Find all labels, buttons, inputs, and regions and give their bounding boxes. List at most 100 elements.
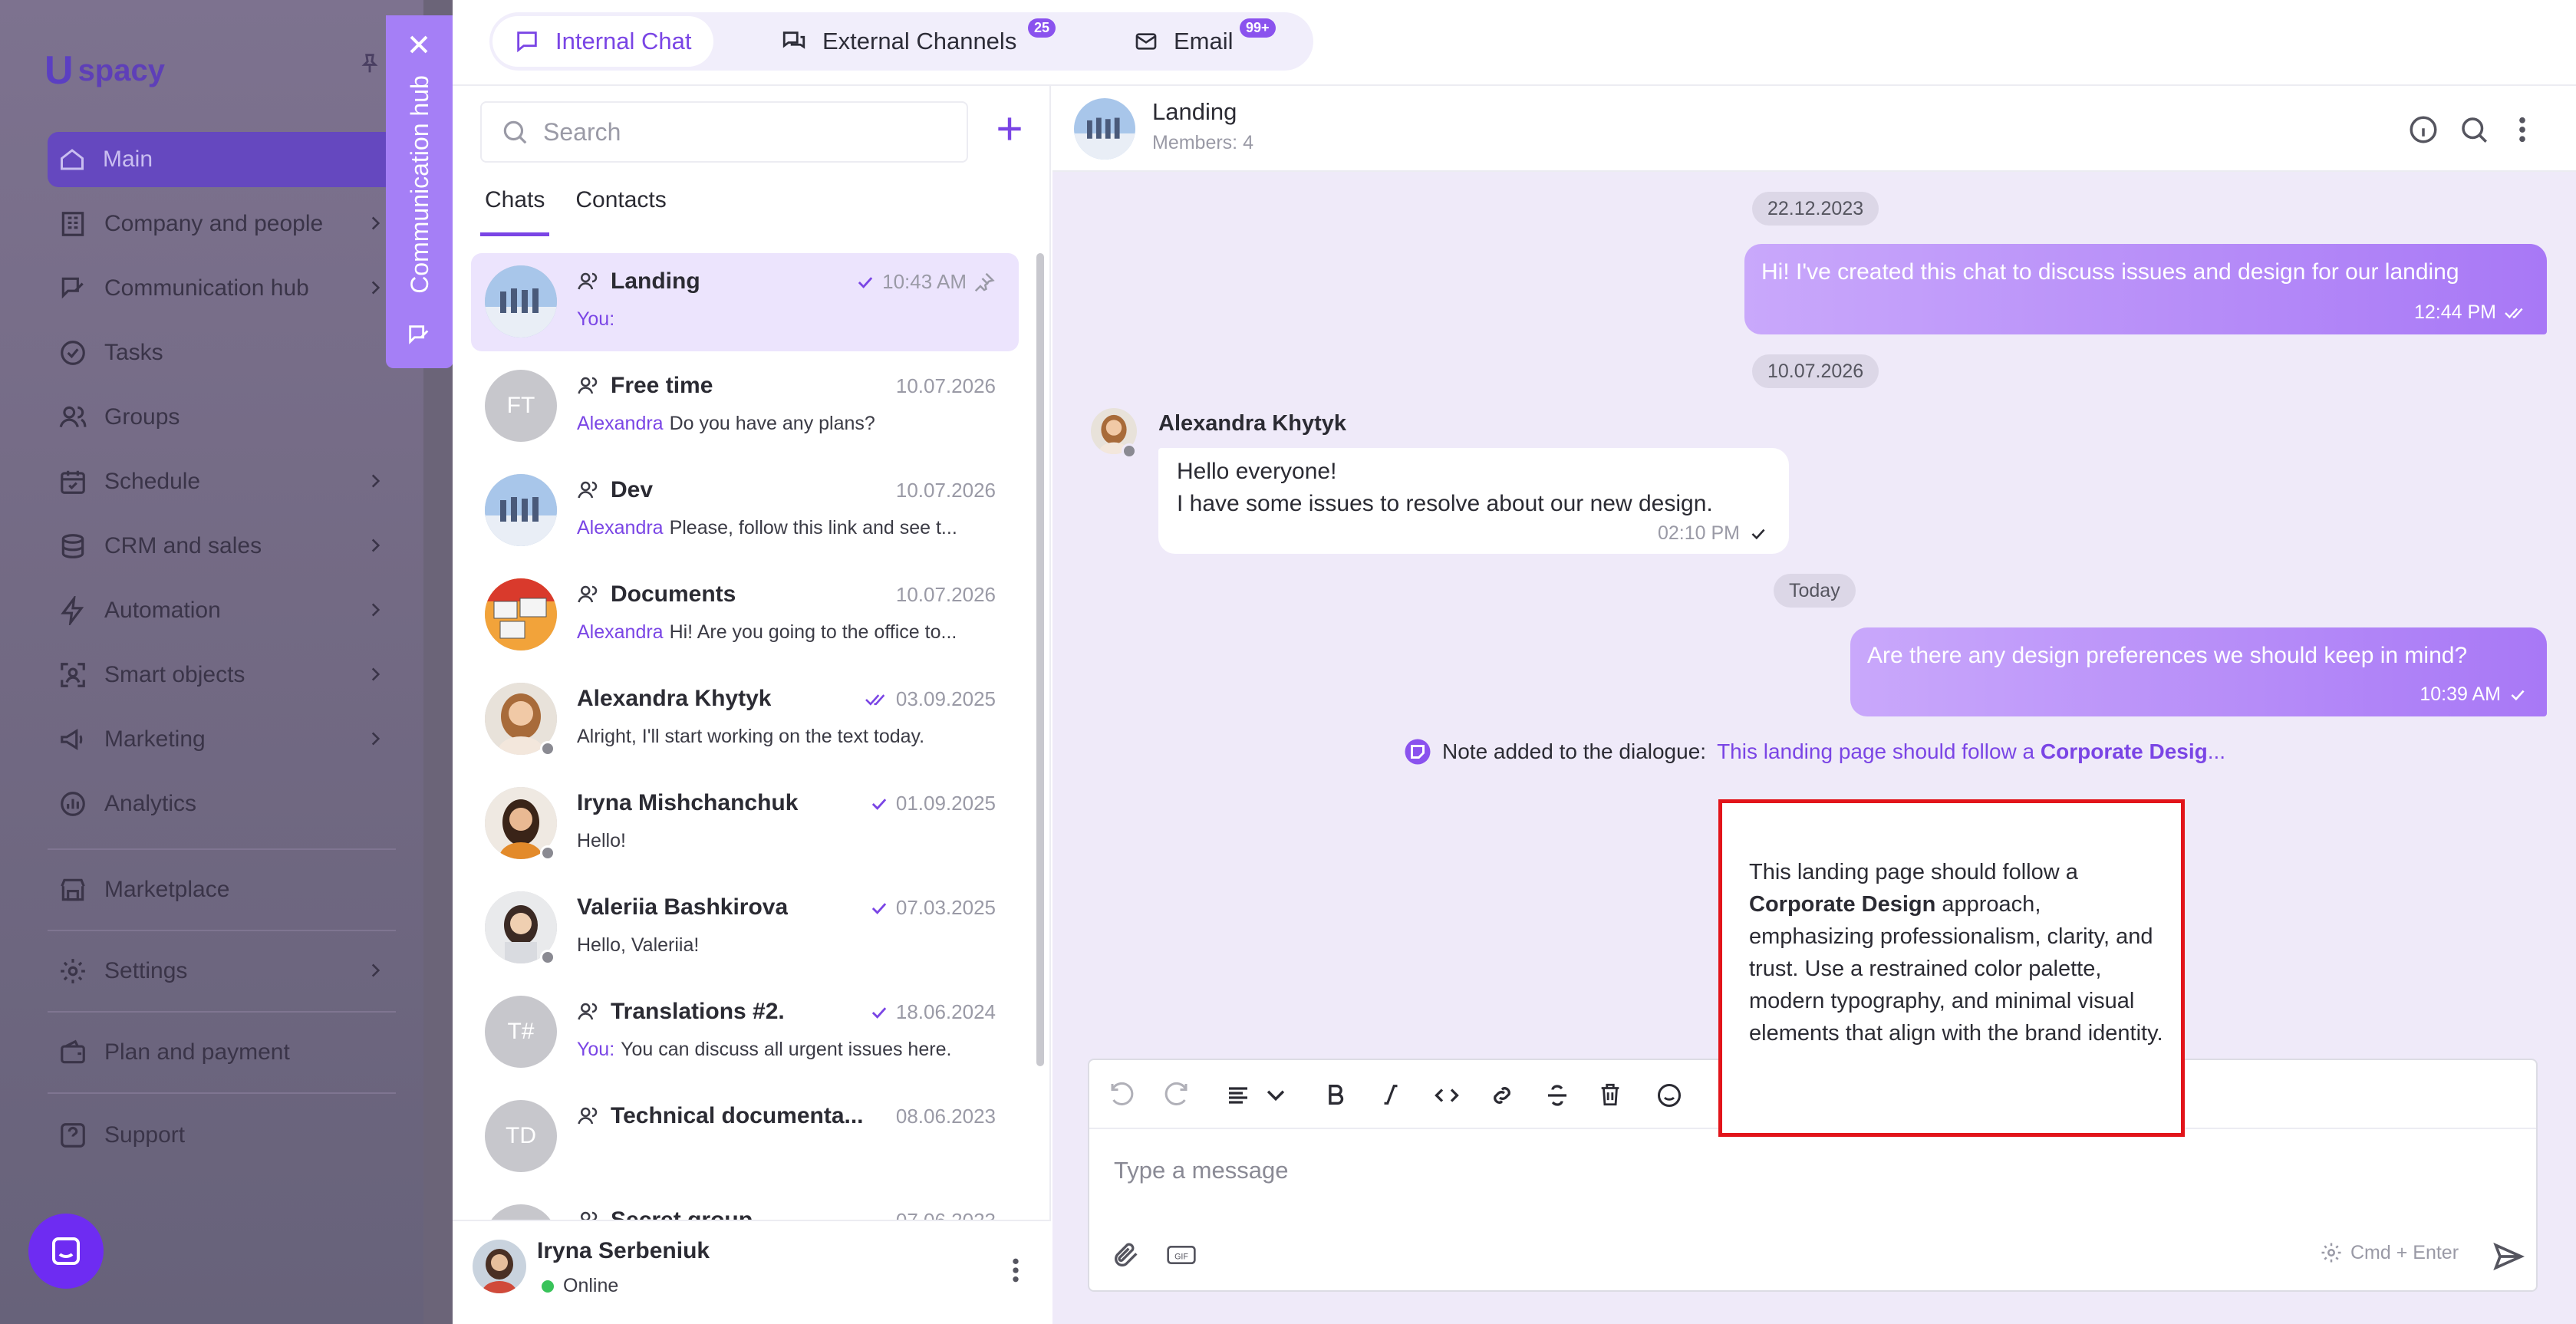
- sidebar-item-communication[interactable]: Communication hub: [48, 261, 396, 316]
- sidebar-item-support[interactable]: Support: [48, 1108, 396, 1163]
- chat-row-time: 10.07.2026: [895, 479, 996, 502]
- check-icon: [2511, 690, 2525, 700]
- chat-row-iryna-m[interactable]: Iryna Mishchanchuk 01.09.2025 Hello!: [471, 775, 1019, 873]
- paperclip-icon[interactable]: [1111, 1240, 1141, 1270]
- chat-row-time: 07.03.2025: [868, 896, 996, 920]
- scan-icon: [61, 663, 85, 687]
- check-icon: [871, 1006, 887, 1019]
- double-check-icon: [865, 693, 885, 706]
- message-author: Alexandra Khytyk: [1158, 411, 1346, 436]
- trash-icon[interactable]: [1597, 1082, 1623, 1108]
- tab-contacts[interactable]: Contacts: [571, 181, 670, 236]
- users-icon: [59, 406, 87, 428]
- chat-row-translations[interactable]: T# Translations #2. 18.06.2024 You: You c…: [471, 983, 1019, 1082]
- chat-row-time: 08.06.2023: [895, 1105, 996, 1128]
- undo-icon[interactable]: [1108, 1082, 1135, 1109]
- sidebar-item-groups[interactable]: Groups: [48, 390, 396, 445]
- divider: [48, 848, 396, 850]
- add-chat-button[interactable]: [993, 112, 1026, 146]
- tab-external-channels[interactable]: External Channels: [759, 16, 1038, 67]
- bold-icon[interactable]: [1323, 1082, 1349, 1108]
- align-icon[interactable]: [1224, 1082, 1252, 1109]
- group-avatar: [485, 474, 557, 546]
- sidebar-item-crm[interactable]: CRM and sales: [48, 519, 396, 574]
- tab-label: External Channels: [822, 28, 1017, 54]
- sidebar-item-automation[interactable]: Automation: [48, 583, 396, 638]
- group-icon: [578, 1003, 598, 1020]
- chat-row-landing[interactable]: Landing 10:43 AM You:: [471, 253, 1019, 351]
- tab-chats[interactable]: Chats: [480, 181, 550, 236]
- sidebar-item-smart-objects[interactable]: Smart objects: [48, 647, 396, 703]
- sidebar-item-main[interactable]: Main: [48, 132, 396, 187]
- chat-row-time: 10.07.2026: [895, 374, 996, 397]
- channels-icon: [782, 31, 805, 49]
- search-icon[interactable]: [2458, 114, 2490, 146]
- tab-label: Internal Chat: [555, 28, 692, 54]
- group-avatar: [485, 578, 557, 650]
- sidebar-item-settings[interactable]: Settings: [48, 944, 396, 999]
- chat-row-dev[interactable]: Dev 10.07.2026 Alexandra Please, follow t…: [471, 462, 1019, 560]
- date-separator: 10.07.2026: [1752, 354, 1879, 388]
- note-system-message[interactable]: Note added to the dialogue: This landing…: [1404, 735, 2225, 769]
- note-link[interactable]: This landing page should follow a Corpor…: [1717, 739, 2225, 764]
- tab-label: Email: [1174, 28, 1234, 54]
- message-outgoing[interactable]: Hi! I've created this chat to discuss is…: [1744, 244, 2547, 334]
- chat-widget-button[interactable]: [28, 1214, 104, 1289]
- more-vertical-icon[interactable]: [2515, 114, 2530, 146]
- tab-internal-chat[interactable]: Internal Chat: [492, 16, 713, 67]
- chat-row-preview: You:: [577, 308, 615, 330]
- chat-row-preview: Alexandra Do you have any plans?: [577, 413, 875, 434]
- emoji-icon[interactable]: [1655, 1082, 1683, 1109]
- more-vertical-icon[interactable]: [1008, 1255, 1023, 1286]
- italic-icon[interactable]: [1378, 1082, 1404, 1108]
- pin-icon[interactable]: [973, 271, 996, 294]
- group-avatar[interactable]: [1074, 98, 1135, 160]
- sidebar-item-analytics[interactable]: Analytics: [48, 776, 396, 832]
- chat-row-valeriia[interactable]: Valeriia Bashkirova 07.03.2025 Hello, Va…: [471, 879, 1019, 977]
- gif-icon[interactable]: GIF: [1166, 1243, 1197, 1267]
- current-user-avatar[interactable]: [473, 1240, 526, 1293]
- message-input[interactable]: Type a message: [1114, 1157, 1288, 1184]
- chat-row-documents[interactable]: Documents 10.07.2026 Alexandra Hi! Are yo…: [471, 566, 1019, 664]
- group-icon: [578, 377, 598, 394]
- conversation-header: [1052, 86, 2576, 172]
- sidebar-item-label: Main: [103, 147, 153, 172]
- sidebar-item-plan[interactable]: Plan and payment: [48, 1025, 396, 1080]
- pin-icon[interactable]: [357, 51, 383, 77]
- strikethrough-icon[interactable]: [1543, 1082, 1571, 1109]
- chat-row-alexandra[interactable]: Alexandra Khytyk 03.09.2025 Alright, I'l…: [471, 670, 1019, 769]
- sidebar-item-company[interactable]: Company and people: [48, 196, 396, 252]
- help-icon: [61, 1123, 85, 1148]
- tab-email[interactable]: Email: [1112, 16, 1255, 67]
- search-input[interactable]: Search: [480, 101, 968, 163]
- gear-icon: [2321, 1243, 2341, 1263]
- message-incoming[interactable]: Hello everyone! I have some issues to re…: [1158, 448, 1789, 554]
- check-icon: [871, 902, 887, 914]
- megaphone-icon: [61, 729, 83, 750]
- sidebar-item-marketing[interactable]: Marketing: [48, 712, 396, 767]
- note-icon: [1405, 739, 1431, 765]
- chat-row-secret-group[interactable]: Secret group 07.06.2023: [471, 1192, 1019, 1220]
- communication-hub-label: Communication hub: [405, 74, 433, 294]
- sidebar-item-tasks[interactable]: Tasks: [48, 325, 396, 380]
- main-sidebar: U spacy Main Company and people Communic…: [0, 0, 423, 1324]
- sidebar-item-schedule[interactable]: Schedule: [48, 454, 396, 509]
- chat-list-scrollbar[interactable]: [1036, 253, 1044, 1066]
- info-icon[interactable]: [2407, 114, 2439, 146]
- chat-row-name: Dev: [577, 477, 653, 503]
- current-user-name: Iryna Serbeniuk: [537, 1238, 710, 1263]
- chat-row-technical-docs[interactable]: TD Technical documenta... 08.06.2023: [471, 1088, 1019, 1186]
- message-outgoing[interactable]: Are there any design preferences we shou…: [1850, 627, 2547, 716]
- sidebar-item-marketplace[interactable]: Marketplace: [48, 862, 396, 917]
- redo-icon[interactable]: [1163, 1082, 1191, 1109]
- external-channels-badge: 25: [1028, 18, 1056, 38]
- chat-row-preview: Hello!: [577, 830, 626, 851]
- chat-row-free-time[interactable]: FT Free time 10.07.2026 Alexandra Do you …: [471, 357, 1019, 456]
- send-shortcut-settings[interactable]: Cmd + Enter: [2320, 1241, 2459, 1264]
- code-icon[interactable]: [1433, 1082, 1461, 1109]
- chevron-down-icon[interactable]: [1263, 1082, 1289, 1108]
- lightning-icon: [61, 596, 84, 625]
- send-button[interactable]: [2492, 1240, 2525, 1273]
- link-icon[interactable]: [1488, 1082, 1516, 1109]
- online-dot: [542, 1280, 554, 1293]
